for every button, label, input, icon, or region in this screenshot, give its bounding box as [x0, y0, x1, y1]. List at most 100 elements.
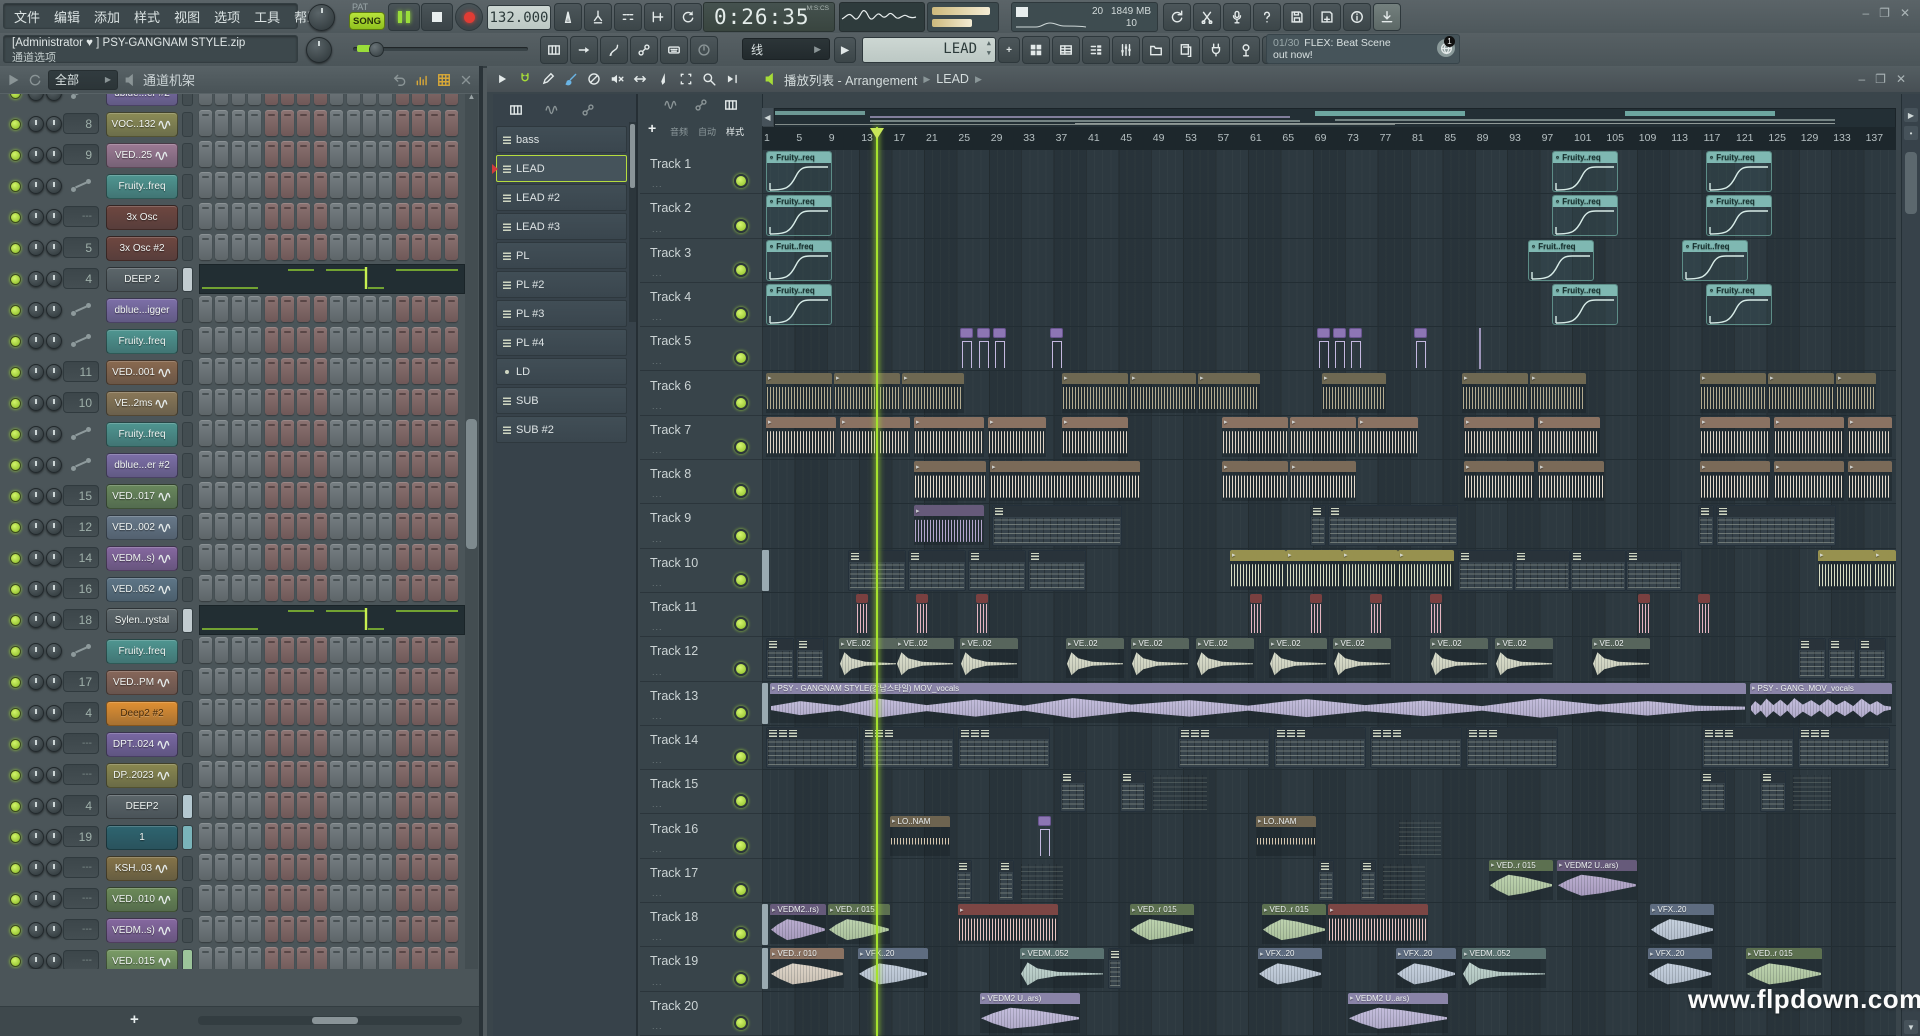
step-cell[interactable] [297, 947, 310, 969]
clip[interactable]: ▸ [1198, 373, 1260, 414]
channel-target-display[interactable]: 12 [63, 516, 99, 537]
ruler-bar-number[interactable]: 73 [1347, 132, 1359, 144]
track-mute-led[interactable] [734, 794, 748, 808]
track-options-dots[interactable]: ... [652, 1021, 663, 1031]
step-cell[interactable] [396, 296, 409, 322]
channel-mute-led[interactable] [10, 398, 21, 409]
step-cell[interactable] [412, 327, 425, 353]
metronome-button[interactable] [554, 3, 582, 31]
step-cell[interactable] [314, 94, 327, 105]
channel-target-display[interactable]: 19 [63, 826, 99, 847]
clip[interactable]: ▸ [1836, 373, 1876, 414]
clip[interactable] [1702, 727, 1794, 768]
step-cell[interactable] [215, 94, 228, 105]
step-cell[interactable] [347, 637, 360, 663]
step-cell[interactable] [297, 110, 310, 136]
step-cell[interactable] [297, 203, 310, 229]
step-cell[interactable] [265, 637, 278, 663]
picker-scrollbar[interactable] [629, 122, 636, 322]
clip[interactable] [1317, 328, 1330, 369]
step-cell[interactable] [265, 94, 278, 105]
step-cell[interactable] [379, 172, 392, 198]
step-cell[interactable] [314, 916, 327, 942]
step-cell[interactable] [215, 172, 228, 198]
step-cell[interactable] [412, 141, 425, 167]
step-cell[interactable] [363, 668, 376, 694]
track-header-1[interactable]: Track 1... [640, 150, 762, 194]
step-cell[interactable] [281, 730, 294, 756]
picker-item-pl[interactable]: PL [496, 242, 627, 269]
step-cell[interactable] [248, 854, 261, 880]
step-cell[interactable] [363, 451, 376, 477]
step-cell[interactable] [445, 141, 458, 167]
channel-button-dpt-024[interactable]: DPT..024 [106, 732, 178, 757]
track-options-dots[interactable]: ... [652, 888, 663, 898]
step-cell[interactable] [445, 854, 458, 880]
step-cell[interactable] [379, 141, 392, 167]
clip-ve-02[interactable]: ▸VE..02 [1333, 638, 1391, 679]
ruler-bar-number[interactable]: 1 [764, 132, 770, 144]
step-cell[interactable] [347, 172, 360, 198]
menu-item-工具[interactable]: 工具 [254, 7, 280, 26]
plugin-toggle[interactable] [1202, 36, 1230, 64]
clip[interactable] [1458, 550, 1514, 591]
channel-volume-knob[interactable] [46, 860, 62, 876]
channel-volume-knob[interactable] [46, 705, 62, 721]
step-cell[interactable] [445, 823, 458, 849]
step-cell[interactable] [396, 420, 409, 446]
channel-target-display[interactable]: 11 [63, 361, 99, 382]
step-cell[interactable] [281, 94, 294, 105]
step-cell[interactable] [330, 792, 343, 818]
step-cell[interactable] [347, 885, 360, 911]
clip[interactable] [1310, 505, 1326, 546]
add-pattern-button[interactable]: + [998, 37, 1020, 63]
picker-item-lead[interactable]: LEAD [496, 155, 627, 182]
tool-slice-icon[interactable] [656, 72, 670, 86]
menu-item-选项[interactable]: 选项 [214, 7, 240, 26]
step-cell[interactable] [232, 358, 245, 384]
step-cell[interactable] [445, 916, 458, 942]
step-cell[interactable] [330, 482, 343, 508]
step-cell[interactable] [428, 947, 441, 969]
clip[interactable] [1050, 328, 1063, 369]
clip-fruity-req[interactable]: ∘ Fruity..req [766, 284, 832, 325]
step-cell[interactable] [281, 172, 294, 198]
step-cell[interactable] [314, 358, 327, 384]
piano-roll-toggle[interactable] [1052, 36, 1080, 64]
step-cell[interactable] [281, 296, 294, 322]
step-cell[interactable] [445, 234, 458, 260]
channel-button-dblue-igger[interactable]: dblue...igger [106, 298, 178, 323]
track-lane-17[interactable]: ▸VED..r 015▸VEDM2 U..ars) [762, 859, 1896, 903]
step-cell[interactable] [232, 327, 245, 353]
close-icon[interactable] [459, 73, 473, 87]
step-cell[interactable] [248, 885, 261, 911]
step-cell[interactable] [199, 172, 212, 198]
tool-play-icon[interactable] [495, 72, 509, 86]
tool-delete-icon[interactable] [587, 72, 601, 86]
step-cell[interactable] [215, 575, 228, 601]
step-cell[interactable] [281, 699, 294, 725]
step-cell[interactable] [265, 451, 278, 477]
channel-volume-knob[interactable] [46, 767, 62, 783]
step-cell[interactable] [363, 234, 376, 260]
track-options-dots[interactable]: ... [652, 489, 663, 499]
step-cell[interactable] [412, 420, 425, 446]
playlist-toggle[interactable] [1022, 36, 1050, 64]
step-cell[interactable] [445, 482, 458, 508]
step-cell[interactable] [445, 327, 458, 353]
picker-item-pl-4[interactable]: PL #4 [496, 329, 627, 356]
step-cell[interactable] [281, 389, 294, 415]
record-button[interactable] [455, 3, 483, 31]
step-cell[interactable] [445, 389, 458, 415]
scissors-button[interactable] [1193, 3, 1221, 31]
clip[interactable] [762, 550, 769, 591]
channel-button-fruity-freq[interactable]: Fruity..freq [106, 329, 178, 354]
track-header-7[interactable]: Track 7... [640, 416, 762, 460]
step-cell[interactable] [232, 885, 245, 911]
track-mute-led[interactable] [734, 662, 748, 676]
clip-ved-r-015[interactable]: ▸VED..r 015 [1262, 904, 1326, 945]
picker-item-pl-3[interactable]: PL #3 [496, 300, 627, 327]
clip[interactable] [968, 550, 1026, 591]
channel-target-display[interactable]: 9 [63, 144, 99, 165]
ruler-bar-number[interactable]: 49 [1153, 132, 1165, 144]
